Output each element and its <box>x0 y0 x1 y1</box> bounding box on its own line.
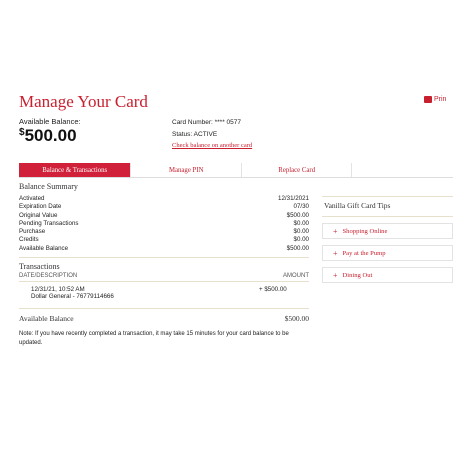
plus-icon: + <box>333 248 338 258</box>
tip-dining-out[interactable]: + Dining Out <box>322 267 453 283</box>
tab-balance-transactions[interactable]: Balance & Transactions <box>19 163 132 177</box>
balance-summary-table: Activated 12/31/2021 Expiration Date 07/30… <box>19 195 309 253</box>
divider <box>19 281 309 283</box>
row-label: Expiration Date <box>19 203 62 211</box>
check-balance-link[interactable]: Check balance on another card <box>172 142 252 149</box>
tip-label: Dining Out <box>342 271 373 279</box>
date-description-header: DATE/DESCRIPTION <box>19 273 78 280</box>
transaction-description: Dollar General - 76779114666 <box>31 293 114 301</box>
transaction-row: 12/31/21, 10:52 AM Dollar General - 7677… <box>19 286 309 300</box>
row-label: Pending Transactions <box>19 219 79 227</box>
divider <box>19 257 309 259</box>
available-balance-label: Available Balance: <box>19 117 81 126</box>
plus-icon: + <box>333 270 338 280</box>
tip-pay-at-pump[interactable]: + Pay at the Pump <box>322 245 453 261</box>
row-value: 07/30 <box>293 203 309 211</box>
summary-row: Available Balance $500.00 <box>19 245 309 253</box>
row-label: Activated <box>19 195 45 202</box>
available-balance-value: $500.00 <box>19 126 77 146</box>
available-balance-footer: Available Balance $500.00 <box>19 314 309 323</box>
row-label: Original Value <box>19 211 58 219</box>
summary-row: Expiration Date 07/30 <box>19 203 309 211</box>
plus-icon: + <box>333 226 338 236</box>
row-value: $0.00 <box>293 236 309 244</box>
row-value: 12/31/2021 <box>278 195 309 202</box>
tip-label: Pay at the Pump <box>342 249 386 257</box>
transaction-details: 12/31/21, 10:52 AM Dollar General - 7677… <box>31 286 259 300</box>
row-label: Available Balance <box>19 244 69 252</box>
update-note: Note: If you have recently completed a t… <box>19 331 289 347</box>
tab-manage-pin[interactable]: Manage PIN <box>131 163 242 177</box>
summary-row: Activated 12/31/2021 <box>19 195 309 203</box>
transaction-amount: + $500.00 <box>259 286 287 294</box>
row-value: $0.00 <box>293 219 309 227</box>
summary-row: Credits $0.00 <box>19 236 309 244</box>
tab-bar: Balance & Transactions Manage PIN Replac… <box>19 163 453 178</box>
summary-row: Original Value $500.00 <box>19 212 309 220</box>
tips-title: Vanilla Gift Card Tips <box>322 196 453 217</box>
card-number: Card Number: **** 0577 <box>172 119 242 126</box>
print-button[interactable]: Prin <box>424 96 446 103</box>
divider <box>19 308 309 310</box>
row-label: Purchase <box>19 228 46 236</box>
row-value: $500.00 <box>286 244 309 252</box>
balance-amount: 500.00 <box>24 126 77 145</box>
print-icon <box>424 96 432 103</box>
transaction-date: 12/31/21, 10:52 AM <box>31 286 85 294</box>
currency-symbol: $ <box>19 127 25 138</box>
summary-row: Purchase $0.00 <box>19 228 309 236</box>
tip-label: Shopping Online <box>342 227 388 235</box>
main-content: Balance Summary Activated 12/31/2021 Expi… <box>19 182 309 348</box>
row-label: Credits <box>19 236 39 244</box>
transactions-heading: Transactions <box>19 262 60 272</box>
print-label: Prin <box>434 96 447 103</box>
tips-panel: Vanilla Gift Card Tips + Shopping Online… <box>322 196 453 283</box>
available-balance-footer-label: Available Balance <box>19 314 74 324</box>
row-value: $500.00 <box>286 211 309 219</box>
card-status: Status: ACTIVE <box>172 131 218 138</box>
balance-summary-heading: Balance Summary <box>19 182 78 191</box>
transactions-header: DATE/DESCRIPTION AMOUNT <box>19 273 309 279</box>
available-balance-footer-value: $500.00 <box>284 314 309 324</box>
amount-header: AMOUNT <box>283 273 309 280</box>
summary-row: Pending Transactions $0.00 <box>19 220 309 228</box>
tab-spacer <box>352 163 453 177</box>
page-title: Manage Your Card <box>19 92 148 111</box>
tab-replace-card[interactable]: Replace Card <box>242 163 353 177</box>
row-value: $0.00 <box>293 228 309 236</box>
tip-shopping-online[interactable]: + Shopping Online <box>322 223 453 239</box>
